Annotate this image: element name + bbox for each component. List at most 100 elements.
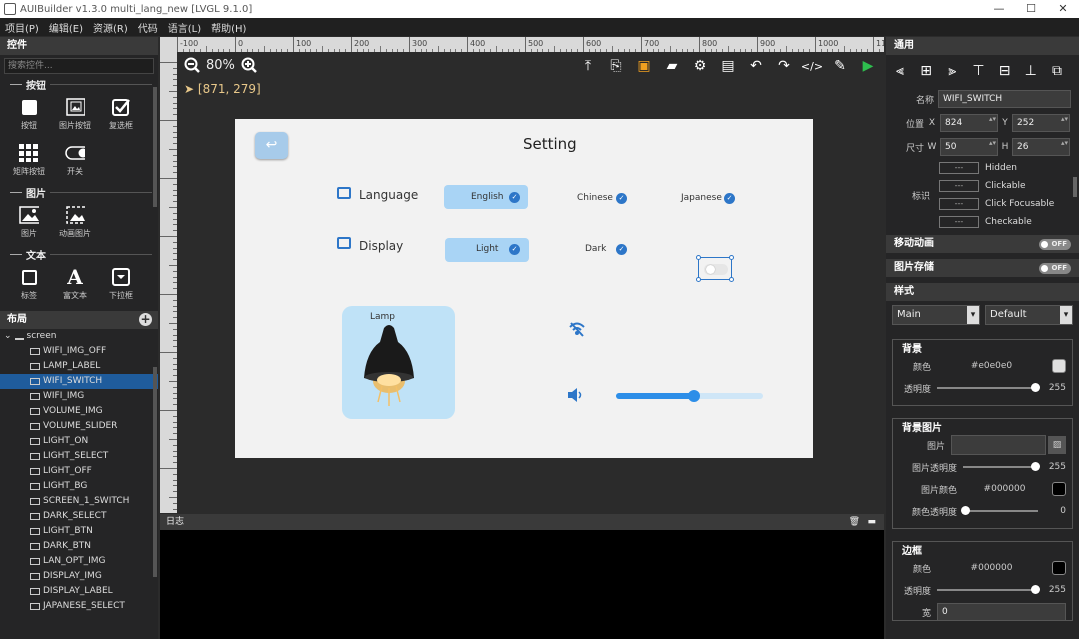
tree-item[interactable]: LIGHT_BTN <box>0 524 158 539</box>
border-color-swatch[interactable] <box>1052 561 1066 575</box>
widget-animated-image[interactable]: 动画图片 <box>52 199 98 245</box>
bg-image-input[interactable] <box>951 435 1046 455</box>
resize-handle[interactable] <box>729 255 734 260</box>
align-center-h-icon[interactable]: ⊞ <box>916 61 936 81</box>
open-folder-icon[interactable]: ▰ <box>658 57 686 75</box>
widget-button[interactable]: 按钮 <box>6 91 52 137</box>
tree-item[interactable]: WIFI_SWITCH <box>0 374 158 389</box>
move-animation-toggle[interactable]: OFF <box>1039 239 1071 250</box>
tree-item[interactable]: DARK_BTN <box>0 539 158 554</box>
image-cache-toggle[interactable]: OFF <box>1039 263 1071 274</box>
state-select[interactable]: Default <box>985 305 1073 325</box>
export-icon[interactable]: ⎘ <box>602 57 630 75</box>
tree-item[interactable]: JAPANESE_SELECT <box>0 599 158 614</box>
align-left-icon[interactable]: ⫷ <box>890 61 910 81</box>
zoom-in-icon[interactable] <box>241 57 257 73</box>
tree-item[interactable]: WIFI_IMG <box>0 389 158 404</box>
widget-image-button[interactable]: 图片按钮 <box>52 91 98 137</box>
undo-icon[interactable]: ↶ <box>742 57 770 75</box>
code-icon[interactable]: </> <box>798 57 826 75</box>
slider-knob[interactable] <box>1031 585 1040 594</box>
align-right-icon[interactable]: ⫸ <box>942 61 962 81</box>
props-scrollbar[interactable] <box>1073 177 1077 197</box>
slider-knob[interactable] <box>961 506 970 515</box>
widget-checkbox[interactable]: 复选框 <box>98 91 144 137</box>
align-center-v-icon[interactable]: ⊟ <box>995 61 1015 81</box>
h-input[interactable]: 26 <box>1012 138 1070 156</box>
redo-icon[interactable]: ↷ <box>770 57 798 75</box>
tree-item[interactable]: LIGHT_SELECT <box>0 449 158 464</box>
widget-image[interactable]: 图片 <box>6 199 52 245</box>
img-color-swatch[interactable] <box>1052 482 1066 496</box>
y-input[interactable]: 252 <box>1012 114 1070 132</box>
tree-root[interactable]: ⌄ screen <box>0 329 158 344</box>
resize-handle[interactable] <box>696 255 701 260</box>
maximize-button[interactable]: ☐ <box>1015 0 1047 18</box>
tree-item[interactable]: LIGHT_BG <box>0 479 158 494</box>
back-button[interactable]: ↩ <box>255 132 288 159</box>
collapse-icon[interactable]: ▬ <box>867 514 876 530</box>
tree-item[interactable]: VOLUME_SLIDER <box>0 419 158 434</box>
menu-project[interactable]: 项目(P) <box>5 20 39 35</box>
layout-scrollbar[interactable] <box>153 367 157 577</box>
widget-switch[interactable]: 开关 <box>52 137 98 183</box>
add-icon[interactable]: + <box>139 313 152 326</box>
slider-knob[interactable] <box>1031 462 1040 471</box>
widget-label-control[interactable]: 标签 <box>6 261 52 305</box>
upload-icon[interactable]: ⤒ <box>574 57 602 75</box>
menu-resource[interactable]: 资源(R) <box>93 20 128 35</box>
chinese-label[interactable]: Chinese <box>577 193 613 203</box>
recolor-opacity-slider[interactable] <box>961 506 1038 515</box>
close-button[interactable]: ✕ <box>1047 0 1079 18</box>
bg-color-swatch[interactable] <box>1052 359 1066 373</box>
volume-slider-knob[interactable] <box>687 390 700 402</box>
wifi-switch[interactable] <box>698 257 732 280</box>
zoom-out-icon[interactable] <box>184 57 200 73</box>
name-input[interactable]: WIFI_SWITCH <box>938 90 1071 108</box>
run-play-icon[interactable]: ▶ <box>854 57 882 75</box>
tree-item[interactable]: LAN_OPT_IMG <box>0 554 158 569</box>
tree-item[interactable]: LIGHT_ON <box>0 434 158 449</box>
part-select[interactable]: Main <box>892 305 980 325</box>
control-search-input[interactable]: 搜索控件... <box>4 58 154 74</box>
settings-gear-icon[interactable]: ⚙ <box>686 57 714 75</box>
flag-checkable[interactable]: --- Checkable <box>939 213 1079 231</box>
border-opacity-slider[interactable] <box>937 585 1040 594</box>
minimize-button[interactable]: — <box>983 0 1015 18</box>
img-opacity-slider[interactable] <box>963 462 1040 471</box>
volume-slider[interactable] <box>616 390 763 402</box>
clean-broom-icon[interactable]: ✎ <box>826 57 854 75</box>
menu-edit[interactable]: 编辑(E) <box>49 20 83 35</box>
tree-item[interactable]: SCREEN_1_SWITCH <box>0 494 158 509</box>
widget-dropdown[interactable]: 下拉框 <box>98 261 144 305</box>
tree-item[interactable]: WIFI_IMG_OFF <box>0 344 158 359</box>
resize-handle[interactable] <box>696 277 701 282</box>
flag-hidden[interactable]: --- Hidden <box>939 159 1079 177</box>
tree-item[interactable]: DARK_SELECT <box>0 509 158 524</box>
device-screen[interactable]: ↩ Setting Language Display English ✓ Chi… <box>235 119 813 458</box>
menu-code[interactable]: 代码 <box>138 20 158 35</box>
menu-language[interactable]: 语言(L) <box>168 20 201 35</box>
dark-label[interactable]: Dark <box>585 244 606 254</box>
border-width-input[interactable]: 0 <box>937 603 1066 621</box>
tree-item[interactable]: VOLUME_IMG <box>0 404 158 419</box>
x-input[interactable]: 824 <box>940 114 998 132</box>
align-bottom-icon[interactable]: ⊥ <box>1021 61 1041 81</box>
menu-help[interactable]: 帮助(H) <box>211 20 246 35</box>
w-input[interactable]: 50 <box>940 138 998 156</box>
resize-handle[interactable] <box>729 277 734 282</box>
controls-scrollbar[interactable] <box>153 87 157 207</box>
bg-opacity-slider[interactable] <box>937 383 1040 392</box>
tree-item[interactable]: LIGHT_OFF <box>0 464 158 479</box>
pick-image-icon[interactable]: ▨ <box>1048 436 1066 454</box>
tree-item[interactable]: LAMP_LABEL <box>0 359 158 374</box>
distribute-icon[interactable]: ⧉ <box>1047 61 1067 81</box>
tree-item[interactable]: DISPLAY_IMG <box>0 569 158 584</box>
save-icon[interactable]: ▣ <box>630 57 658 75</box>
tree-item[interactable]: DISPLAY_LABEL <box>0 584 158 599</box>
slider-knob[interactable] <box>1031 383 1040 392</box>
align-top-icon[interactable]: ⊤ <box>968 61 988 81</box>
flag-click-focusable[interactable]: --- Click Focusable <box>939 195 1079 213</box>
flag-clickable[interactable]: --- Clickable <box>939 177 1079 195</box>
widget-rich-text[interactable]: A 富文本 <box>52 261 98 305</box>
